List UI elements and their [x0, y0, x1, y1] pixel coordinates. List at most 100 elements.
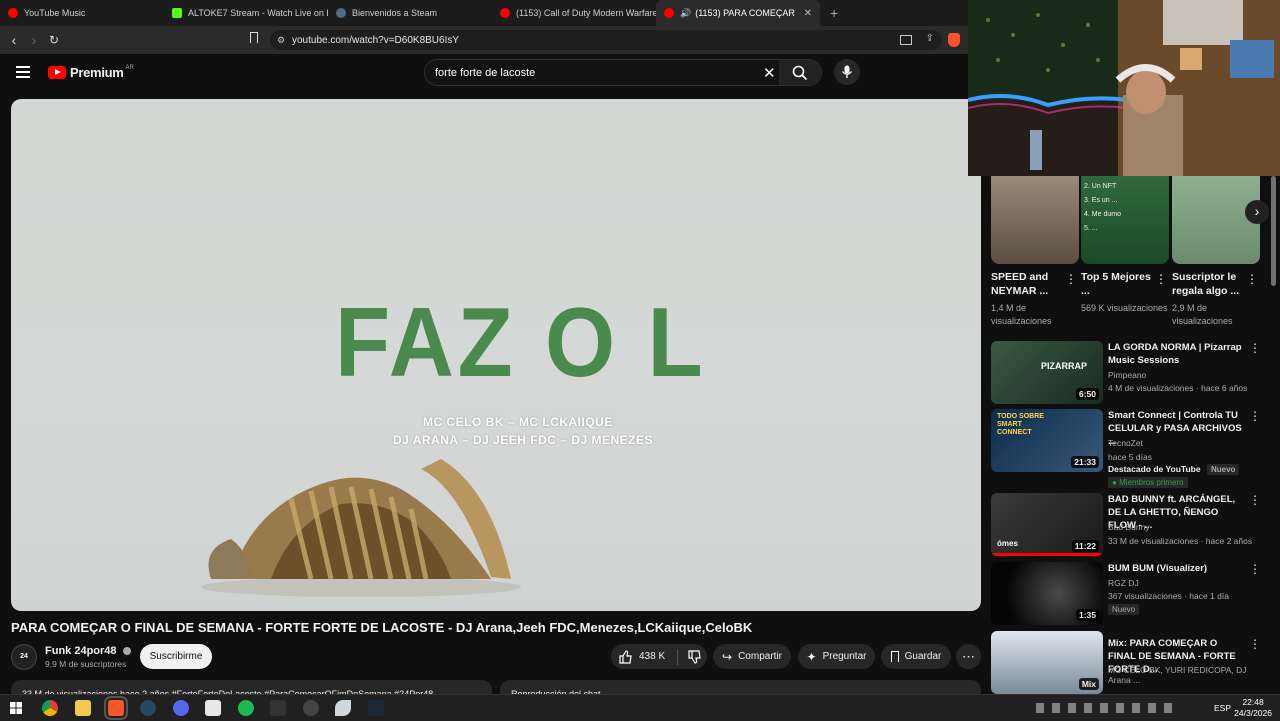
close-tab-icon[interactable]: ✕	[804, 8, 812, 19]
more-actions-button[interactable]: ⋯	[956, 644, 981, 669]
video-menu-icon[interactable]: ⋮	[1249, 493, 1261, 507]
new-badge-row: Nuevo	[1108, 604, 1140, 615]
video-menu-icon[interactable]: ⋮	[1249, 562, 1261, 576]
bookmark-icon[interactable]	[250, 32, 258, 43]
share-page-icon[interactable]: ⇪	[926, 33, 934, 44]
clock-time: 22:48	[1242, 697, 1264, 707]
tab-label: YouTube Music	[24, 8, 86, 18]
microphone-icon	[841, 65, 853, 78]
short-card[interactable]: SPEED and NEYMAR ... 1,4 M de visualizac…	[991, 176, 1079, 326]
video-meta: 33 M de visualizaciones · hace 2 años	[1108, 536, 1253, 546]
mix-artists: MC CELO BK, YURI REDICOPA, DJ Arana ...	[1108, 665, 1247, 685]
forward-icon[interactable]: ›	[24, 32, 44, 48]
site-settings-icon[interactable]: ⚙	[277, 35, 285, 46]
ask-button[interactable]: ✦ Preguntar	[798, 644, 875, 669]
short-card[interactable]: Suscriptor le regala algo ... 2,9 M de v…	[1172, 176, 1260, 326]
video-player[interactable]: FAZ O L MC CELO BK – MC LCKAIIQUE DJ ARA…	[11, 99, 981, 611]
browser-tab-strip: YouTube Music ALTOKE7 Stream - Watch Liv…	[0, 0, 968, 26]
recommended-video[interactable]: ómes 11:22 BAD BUNNY ft. ARCÁNGEL, DE LA…	[991, 493, 1261, 557]
webcam-overlay	[968, 0, 1280, 176]
short-list-item: 5. ...	[1084, 225, 1098, 232]
reload-icon[interactable]: ↻	[44, 33, 64, 47]
like-icon[interactable]	[619, 649, 633, 664]
video-overlay-title: FAZ O L	[335, 287, 707, 397]
tab-label: Bienvenidos a Steam	[352, 8, 438, 18]
brave-icon[interactable]	[104, 696, 128, 720]
search-input[interactable]: forte forte de lacoste	[435, 67, 535, 79]
short-views: 1,4 M de visualizaciones	[991, 303, 1052, 326]
language-indicator[interactable]: ESP	[1214, 703, 1231, 713]
url-bar[interactable]: ⚙ youtube.com/watch?v=D60K8BU6IsY ⇪	[270, 30, 942, 50]
channel-name: TecnoZet	[1108, 438, 1143, 448]
youtube-premium-logo[interactable]: Premium AR	[48, 65, 134, 80]
tab-label: ALTOKE7 Stream - Watch Live on Kick	[188, 8, 328, 18]
thumbnail-text: TODO SOBRE SMART CONNECT	[997, 413, 1044, 436]
system-tray-icons[interactable]	[1036, 703, 1176, 713]
search-box[interactable]: forte forte de lacoste ✕	[424, 59, 822, 86]
brave-shield-icon[interactable]	[948, 33, 960, 47]
discord-icon[interactable]	[173, 700, 189, 716]
mix-label: Mix	[1078, 678, 1099, 690]
tab-cod[interactable]: (1153) Call of Duty Modern Warfare	[492, 0, 656, 26]
steam-icon[interactable]	[140, 700, 156, 716]
shorts-next-button[interactable]: ›	[1245, 200, 1269, 224]
share-icon: ↪	[722, 649, 733, 664]
clock[interactable]: 22:48 24/3/2026	[1234, 697, 1272, 719]
recommended-video[interactable]: PIZARRAP 6:50 LA GORDA NORMA | Pizarrap …	[991, 341, 1261, 405]
channel-name[interactable]: Funk 24por48	[45, 645, 131, 657]
recommended-video[interactable]: 1:35 BUM BUM (Visualizer) RGZ DJ 367 vis…	[991, 562, 1261, 626]
file-explorer-icon[interactable]	[75, 700, 91, 716]
video-menu-icon[interactable]: ⋮	[1249, 341, 1261, 355]
menu-icon[interactable]	[16, 66, 30, 78]
windows-start-icon[interactable]	[10, 702, 22, 714]
short-menu-icon[interactable]: ⋮	[1246, 272, 1258, 286]
video-menu-icon[interactable]: ⋮	[1249, 409, 1261, 423]
tab-steam[interactable]: Bienvenidos a Steam	[328, 0, 492, 26]
clear-search-icon[interactable]: ✕	[763, 64, 776, 82]
turtle-image	[201, 459, 521, 597]
cast-icon[interactable]	[900, 35, 912, 45]
app-icon[interactable]	[270, 700, 286, 716]
channel-avatar[interactable]: 24	[11, 644, 37, 670]
spotify-icon[interactable]	[238, 700, 254, 716]
like-count[interactable]: 438 K	[639, 651, 665, 662]
leaf-app-icon[interactable]	[335, 700, 351, 716]
subscribe-button[interactable]: Suscribirme	[140, 644, 212, 669]
back-icon[interactable]: ‹	[4, 32, 24, 48]
youtube-music-favicon-icon	[8, 8, 18, 18]
video-title: LA GORDA NORMA | Pizarrap Music Sessions	[1108, 342, 1242, 366]
share-button[interactable]: ↪ Compartir	[713, 644, 791, 669]
members-first-badge: ● Miembros primero	[1108, 477, 1188, 488]
short-menu-icon[interactable]: ⋮	[1155, 272, 1167, 286]
tab-youtube-music[interactable]: YouTube Music	[0, 0, 164, 26]
save-button[interactable]: Guardar	[881, 644, 951, 669]
country-code: AR	[125, 64, 134, 71]
short-views: 569 K visualizaciones	[1081, 303, 1168, 313]
search-icon	[792, 65, 808, 81]
recommended-mix[interactable]: Mix Mix: PARA COMEÇAR O FINAL DE SEMANA …	[991, 631, 1261, 694]
search-button[interactable]	[779, 60, 821, 85]
steam-favicon-icon	[336, 8, 346, 18]
sidebar-scrollbar[interactable]	[1271, 176, 1276, 286]
obs-icon[interactable]	[303, 700, 319, 716]
steam-alt-icon[interactable]	[368, 700, 384, 716]
youtube-favicon-icon	[500, 8, 510, 18]
video-credit-line-1: MC CELO BK – MC LCKAIIQUE	[423, 415, 613, 429]
voice-search-button[interactable]	[834, 59, 860, 85]
chrome-icon[interactable]	[42, 700, 58, 716]
video-title: BUM BUM (Visualizer)	[1108, 563, 1208, 574]
video-menu-icon[interactable]: ⋮	[1249, 637, 1261, 651]
recommended-video[interactable]: TODO SOBRE SMART CONNECT 21:33 Smart Con…	[991, 409, 1261, 489]
new-tab-button[interactable]: +	[820, 5, 848, 21]
channel-name: RGZ DJ	[1108, 578, 1139, 588]
video-meta: 4 M de visualizaciones · hace 6 años	[1108, 383, 1248, 393]
tab-kick[interactable]: ALTOKE7 Stream - Watch Live on Kick	[164, 0, 328, 26]
kick-favicon-icon	[172, 8, 182, 18]
calculator-icon[interactable]	[205, 700, 221, 716]
channel-name-text: Funk 24por48	[45, 645, 117, 657]
short-card[interactable]: 2. Un NFT 3. Es un ... 4. Me dumo 5. ...…	[1081, 176, 1169, 313]
dislike-icon[interactable]	[688, 649, 702, 664]
short-menu-icon[interactable]: ⋮	[1065, 272, 1077, 286]
tab-current-video[interactable]: 🔊 (1153) PARA COMEÇAR O FIN ✕	[656, 0, 820, 26]
webcam-image	[968, 0, 1280, 176]
